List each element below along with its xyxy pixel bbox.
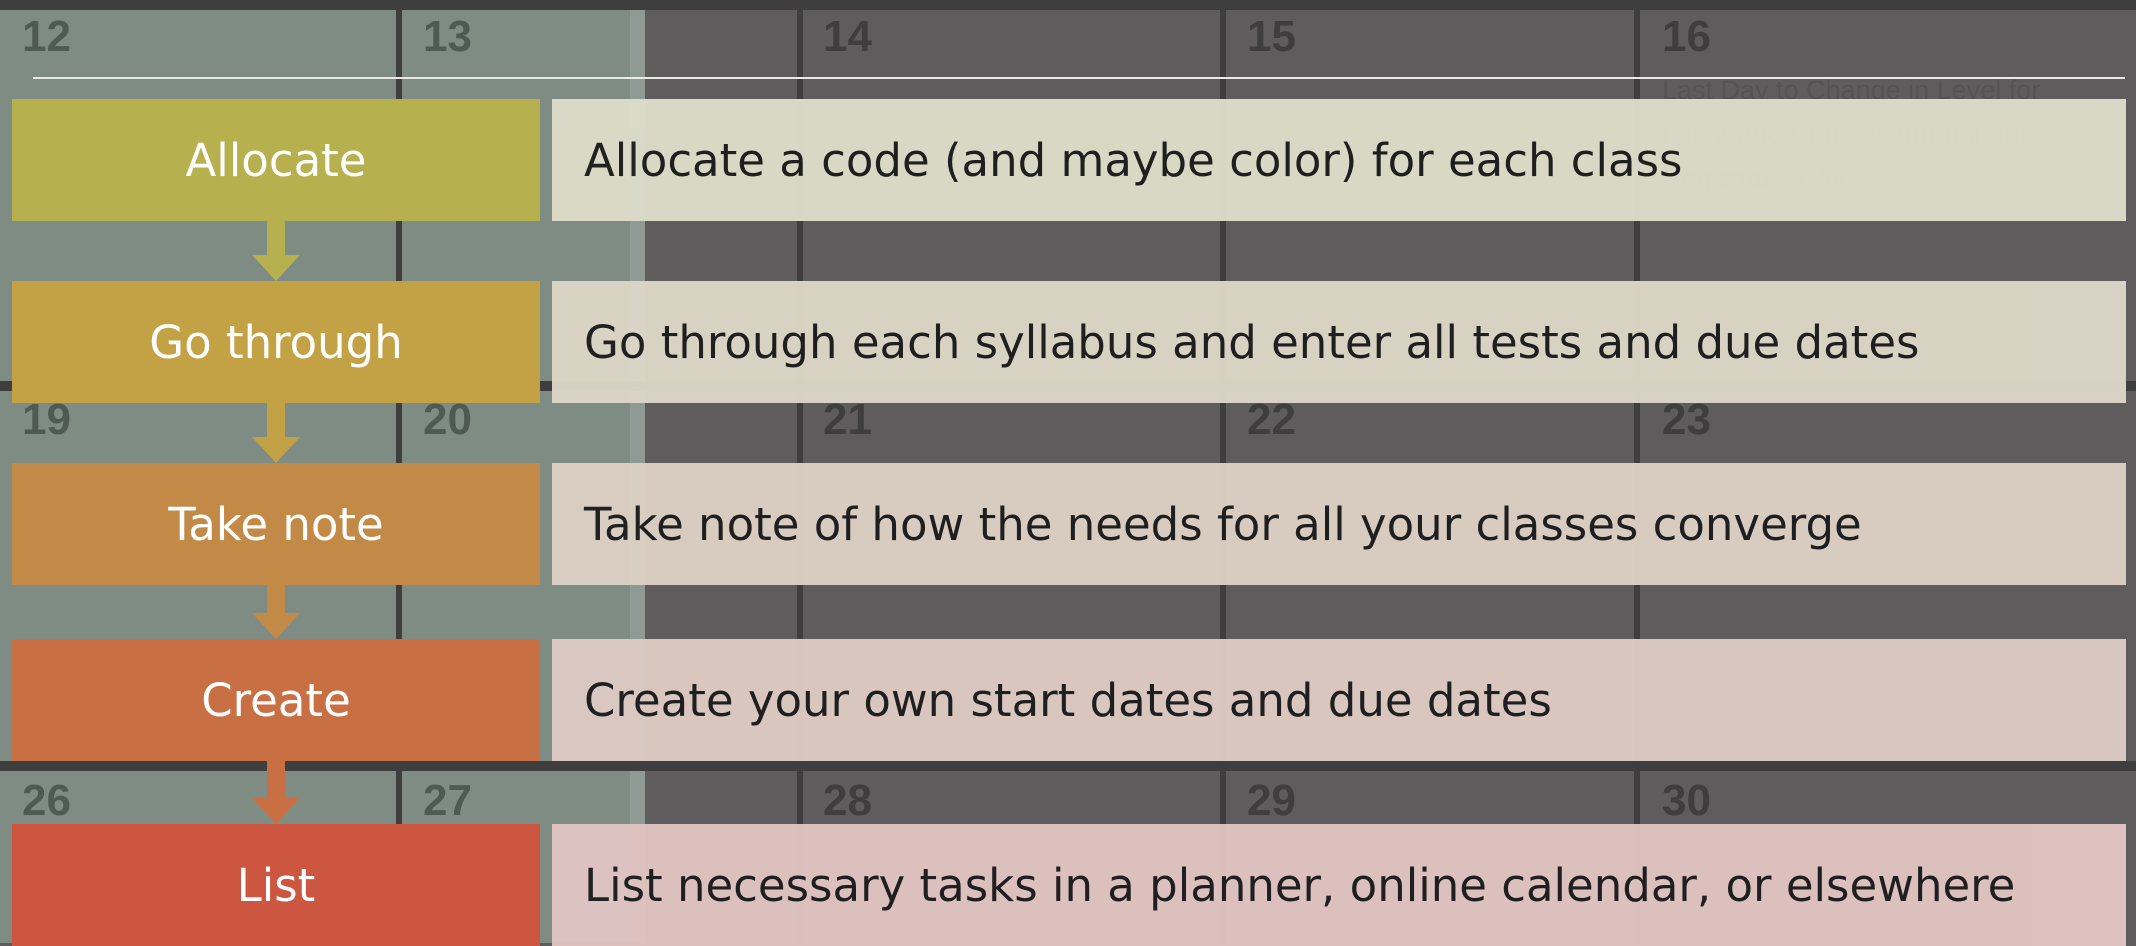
process-step: Go through Go through each syllabus and … [12, 281, 2126, 403]
grid-line [0, 0, 2136, 10]
day-number: 15 [1247, 12, 1296, 61]
step-description-box: Create your own start dates and due date… [552, 639, 2126, 761]
day-number: 30 [1662, 776, 1711, 825]
day-number: 26 [22, 776, 71, 825]
step-label-box: Create [12, 639, 540, 761]
step-label-box: List [12, 824, 540, 946]
step-description-box: Take note of how the needs for all your … [552, 463, 2126, 585]
grid-line [0, 761, 2136, 771]
step-label: Take note [168, 497, 384, 551]
step-description: List necessary tasks in a planner, onlin… [584, 858, 2016, 912]
step-label-box: Take note [12, 463, 540, 585]
day-number: 28 [823, 776, 872, 825]
process-step: Create Create your own start dates and d… [12, 639, 2126, 761]
day-number: 16 [1662, 12, 1711, 61]
divider [33, 77, 2125, 79]
step-label: Create [201, 673, 351, 727]
step-description: Take note of how the needs for all your … [584, 497, 1862, 551]
day-number: 14 [823, 12, 872, 61]
day-number: 12 [22, 12, 71, 61]
process-step: Take note Take note of how the needs for… [12, 463, 2126, 585]
step-label: Allocate [185, 133, 367, 187]
process-step: Allocate Allocate a code (and maybe colo… [12, 99, 2126, 221]
step-description: Allocate a code (and maybe color) for ea… [584, 133, 1683, 187]
step-description: Go through each syllabus and enter all t… [584, 315, 1920, 369]
step-description-box: Go through each syllabus and enter all t… [552, 281, 2126, 403]
day-number: 13 [423, 12, 472, 61]
step-label: Go through [149, 315, 403, 369]
day-number: 29 [1247, 776, 1296, 825]
step-description-box: Allocate a code (and maybe color) for ea… [552, 99, 2126, 221]
process-step: List List necessary tasks in a planner, … [12, 824, 2126, 946]
day-number: 27 [423, 776, 472, 825]
step-label-box: Allocate [12, 99, 540, 221]
step-description: Create your own start dates and due date… [584, 673, 1552, 727]
step-label-box: Go through [12, 281, 540, 403]
step-label: List [236, 858, 316, 912]
step-description-box: List necessary tasks in a planner, onlin… [552, 824, 2126, 946]
